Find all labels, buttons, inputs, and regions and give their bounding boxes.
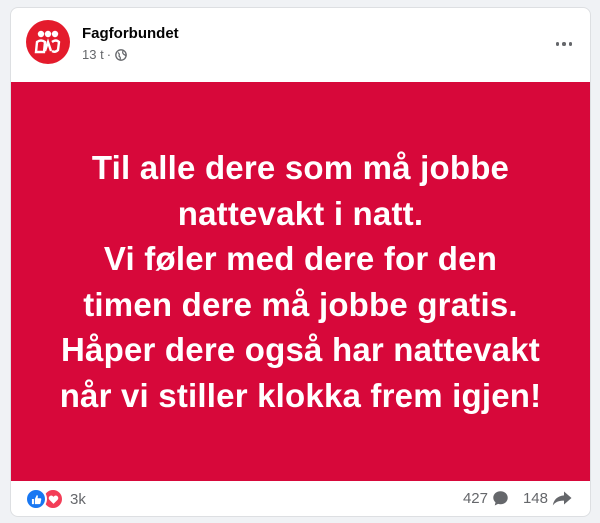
comments-stat[interactable]: 427 [463, 490, 509, 507]
post-image[interactable]: Til alle dere som må jobbe nattevakt i n… [11, 82, 590, 481]
shares-stat[interactable]: 148 [523, 490, 572, 507]
reaction-count: 3k [70, 490, 86, 508]
post-time[interactable]: 13 t [82, 47, 104, 62]
post-card: Fagforbundet 13 t · Til alle dere som må… [10, 7, 591, 517]
author-name[interactable]: Fagforbundet [82, 25, 179, 42]
post-header: Fagforbundet 13 t · [11, 8, 590, 80]
meta-separator: · [106, 47, 112, 62]
engagement-stats: 427 148 [463, 490, 572, 507]
more-options-icon[interactable] [550, 30, 578, 58]
share-icon [552, 490, 572, 507]
post-image-text: Til alle dere som må jobbe nattevakt i n… [59, 149, 542, 414]
post-meta: 13 t · [82, 47, 127, 62]
shares-count: 148 [522, 490, 548, 507]
like-icon [25, 488, 47, 510]
comment-icon [492, 490, 509, 507]
fagforbundet-logo-icon[interactable] [26, 20, 70, 64]
comments-count: 427 [462, 490, 488, 507]
globe-icon [115, 48, 127, 61]
engagement-bar: 3k 427 148 [11, 481, 590, 516]
reactions-summary[interactable]: 3k [25, 488, 86, 510]
